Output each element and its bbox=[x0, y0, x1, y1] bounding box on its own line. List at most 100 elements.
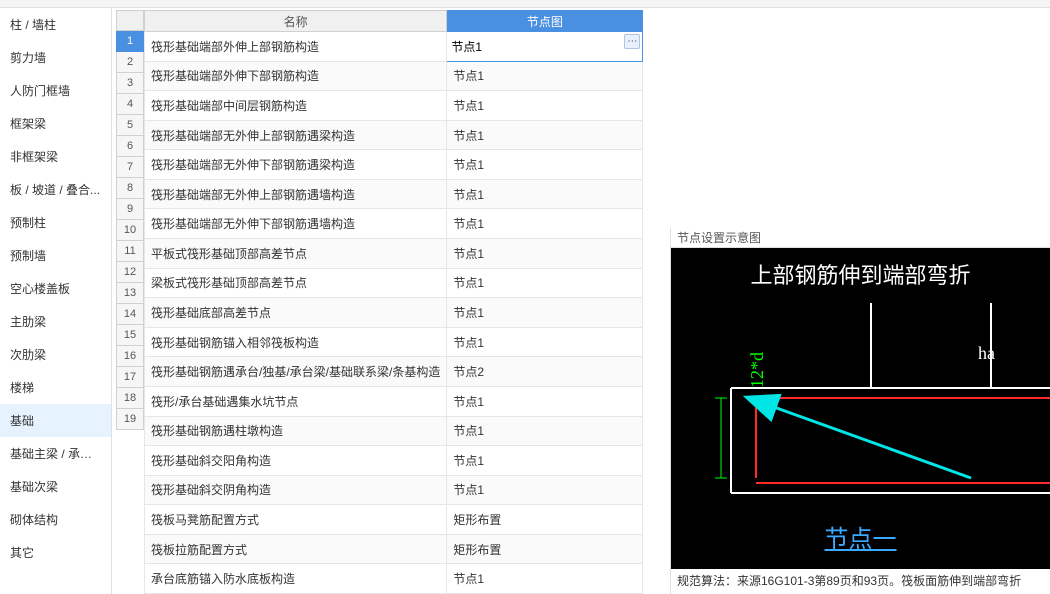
cell-node[interactable]: 节点1 bbox=[447, 298, 643, 328]
table-row[interactable]: 筏形基础端部中间层钢筋构造节点1 bbox=[145, 91, 643, 121]
sidebar-item-10[interactable]: 次肋梁 bbox=[0, 338, 111, 371]
cell-node[interactable]: 节点1 bbox=[447, 150, 643, 180]
table-row[interactable]: 筏板拉筋配置方式矩形布置 bbox=[145, 534, 643, 564]
cell-name[interactable]: 筏形基础钢筋锚入相邻筏板构造 bbox=[145, 327, 447, 357]
sidebar-item-14[interactable]: 基础次梁 bbox=[0, 470, 111, 503]
cell-node[interactable]: 节点1 bbox=[447, 268, 643, 298]
cell-node[interactable]: 节点1 bbox=[447, 446, 643, 476]
sidebar-item-1[interactable]: 剪力墙 bbox=[0, 41, 111, 74]
cell-name[interactable]: 筏形基础端部无外伸下部钢筋遇墙构造 bbox=[145, 209, 447, 239]
cell-name[interactable]: 筏形基础端部中间层钢筋构造 bbox=[145, 91, 447, 121]
table-row[interactable]: 筏形基础底部高差节点节点1 bbox=[145, 298, 643, 328]
sidebar-item-4[interactable]: 非框架梁 bbox=[0, 140, 111, 173]
table-row[interactable]: 筏形基础斜交阴角构造节点1 bbox=[145, 475, 643, 505]
ellipsis-icon[interactable]: ⋯ bbox=[624, 34, 640, 49]
cell-name[interactable]: 筏形基础钢筋遇承台/独基/承台梁/基础联系梁/条基构造 bbox=[145, 357, 447, 387]
table-row[interactable]: 筏形/承台基础遇集水坑节点节点1 bbox=[145, 386, 643, 416]
main-area: 柱 / 墙柱剪力墙人防门框墙框架梁非框架梁板 / 坡道 / 叠合...预制柱预制… bbox=[0, 8, 1050, 594]
data-grid[interactable]: 名称节点图筏形基础端部外伸上部钢筋构造⋯筏形基础端部外伸下部钢筋构造节点1筏形基… bbox=[144, 10, 643, 594]
rownum[interactable]: 5 bbox=[116, 115, 144, 136]
rownum[interactable]: 3 bbox=[116, 73, 144, 94]
table-row[interactable]: 筏形基础端部无外伸下部钢筋遇墙构造节点1 bbox=[145, 209, 643, 239]
table-row[interactable]: 筏板马凳筋配置方式矩形布置 bbox=[145, 505, 643, 535]
rownum[interactable]: 15 bbox=[116, 325, 144, 346]
cell-name[interactable]: 筏形基础端部外伸下部钢筋构造 bbox=[145, 61, 447, 91]
diagram-svg bbox=[671, 248, 1050, 568]
sidebar-item-12[interactable]: 基础 bbox=[0, 404, 111, 437]
table-row[interactable]: 梁板式筏形基础顶部高差节点节点1 bbox=[145, 268, 643, 298]
cell-name[interactable]: 筏形基础端部外伸上部钢筋构造 bbox=[145, 32, 447, 62]
sidebar-item-5[interactable]: 板 / 坡道 / 叠合... bbox=[0, 173, 111, 206]
cell-name[interactable]: 筏形基础端部无外伸上部钢筋遇墙构造 bbox=[145, 179, 447, 209]
cell-node[interactable]: 节点1 bbox=[447, 209, 643, 239]
sidebar-item-15[interactable]: 砌体结构 bbox=[0, 503, 111, 536]
cell-node[interactable]: 节点1 bbox=[447, 327, 643, 357]
table-row[interactable]: 筏形基础钢筋锚入相邻筏板构造节点1 bbox=[145, 327, 643, 357]
table-row[interactable]: 筏形基础钢筋遇承台/独基/承台梁/基础联系梁/条基构造节点2 bbox=[145, 357, 643, 387]
rownum[interactable]: 18 bbox=[116, 388, 144, 409]
col-name-header[interactable]: 名称 bbox=[145, 11, 447, 32]
sidebar-item-11[interactable]: 楼梯 bbox=[0, 371, 111, 404]
sidebar-item-13[interactable]: 基础主梁 / 承台梁 bbox=[0, 437, 111, 470]
sidebar-item-6[interactable]: 预制柱 bbox=[0, 206, 111, 239]
node-edit-input[interactable] bbox=[447, 32, 642, 61]
cell-name[interactable]: 筏形基础斜交阳角构造 bbox=[145, 446, 447, 476]
rownum[interactable]: 6 bbox=[116, 136, 144, 157]
rownum[interactable]: 12 bbox=[116, 262, 144, 283]
table-row[interactable]: 筏形基础端部外伸下部钢筋构造节点1 bbox=[145, 61, 643, 91]
rownum[interactable]: 11 bbox=[116, 241, 144, 262]
cell-node[interactable]: 节点1 bbox=[447, 179, 643, 209]
rownum[interactable]: 7 bbox=[116, 157, 144, 178]
table-row[interactable]: 承台底筋锚入防水底板构造节点1 bbox=[145, 564, 643, 594]
cell-name[interactable]: 承台底筋锚入防水底板构造 bbox=[145, 564, 447, 594]
table-row[interactable]: 筏形基础端部无外伸上部钢筋遇梁构造节点1 bbox=[145, 120, 643, 150]
cell-name[interactable]: 筏形基础端部无外伸下部钢筋遇梁构造 bbox=[145, 150, 447, 180]
cell-node[interactable]: 节点1 bbox=[447, 475, 643, 505]
cell-name[interactable]: 筏板马凳筋配置方式 bbox=[145, 505, 447, 535]
cell-node[interactable]: 矩形布置 bbox=[447, 505, 643, 535]
sidebar-item-2[interactable]: 人防门框墙 bbox=[0, 74, 111, 107]
cell-node[interactable]: 节点2 bbox=[447, 357, 643, 387]
cell-name[interactable]: 筏形基础斜交阴角构造 bbox=[145, 475, 447, 505]
table-row[interactable]: 筏形基础端部无外伸上部钢筋遇墙构造节点1 bbox=[145, 179, 643, 209]
rownum[interactable]: 9 bbox=[116, 199, 144, 220]
cell-node[interactable]: 节点1 bbox=[447, 120, 643, 150]
cell-node[interactable]: 节点1 bbox=[447, 91, 643, 121]
cell-name[interactable]: 筏形基础钢筋遇柱墩构造 bbox=[145, 416, 447, 446]
cell-name[interactable]: 筏形/承台基础遇集水坑节点 bbox=[145, 386, 447, 416]
sidebar-item-0[interactable]: 柱 / 墙柱 bbox=[0, 8, 111, 41]
table-row[interactable]: 平板式筏形基础顶部高差节点节点1 bbox=[145, 239, 643, 269]
sidebar-item-3[interactable]: 框架梁 bbox=[0, 107, 111, 140]
cell-name[interactable]: 平板式筏形基础顶部高差节点 bbox=[145, 239, 447, 269]
cell-node[interactable]: 节点1 bbox=[447, 564, 643, 594]
cell-node[interactable]: 矩形布置 bbox=[447, 534, 643, 564]
cell-name[interactable]: 梁板式筏形基础顶部高差节点 bbox=[145, 268, 447, 298]
cell-node[interactable]: ⋯ bbox=[447, 32, 643, 62]
cell-name[interactable]: 筏板拉筋配置方式 bbox=[145, 534, 447, 564]
cell-node[interactable]: 节点1 bbox=[447, 416, 643, 446]
rownum[interactable]: 14 bbox=[116, 304, 144, 325]
rownum[interactable]: 1 bbox=[116, 31, 144, 52]
rownum[interactable]: 2 bbox=[116, 52, 144, 73]
table-row[interactable]: 筏形基础斜交阳角构造节点1 bbox=[145, 446, 643, 476]
rownum[interactable]: 19 bbox=[116, 409, 144, 430]
cell-node[interactable]: 节点1 bbox=[447, 61, 643, 91]
rownum[interactable]: 4 bbox=[116, 94, 144, 115]
cell-name[interactable]: 筏形基础底部高差节点 bbox=[145, 298, 447, 328]
rownum[interactable]: 17 bbox=[116, 367, 144, 388]
table-row[interactable]: 筏形基础端部无外伸下部钢筋遇梁构造节点1 bbox=[145, 150, 643, 180]
rownum[interactable]: 13 bbox=[116, 283, 144, 304]
cell-node[interactable]: 节点1 bbox=[447, 386, 643, 416]
col-node-header[interactable]: 节点图 bbox=[447, 11, 643, 32]
sidebar-item-16[interactable]: 其它 bbox=[0, 536, 111, 569]
rownum[interactable]: 8 bbox=[116, 178, 144, 199]
rownum[interactable]: 16 bbox=[116, 346, 144, 367]
cell-name[interactable]: 筏形基础端部无外伸上部钢筋遇梁构造 bbox=[145, 120, 447, 150]
sidebar-item-9[interactable]: 主肋梁 bbox=[0, 305, 111, 338]
rownum[interactable]: 10 bbox=[116, 220, 144, 241]
sidebar-item-8[interactable]: 空心楼盖板 bbox=[0, 272, 111, 305]
cell-node[interactable]: 节点1 bbox=[447, 239, 643, 269]
sidebar-item-7[interactable]: 预制墙 bbox=[0, 239, 111, 272]
table-row[interactable]: 筏形基础端部外伸上部钢筋构造 ⋯ bbox=[145, 32, 643, 62]
table-row[interactable]: 筏形基础钢筋遇柱墩构造节点1 bbox=[145, 416, 643, 446]
